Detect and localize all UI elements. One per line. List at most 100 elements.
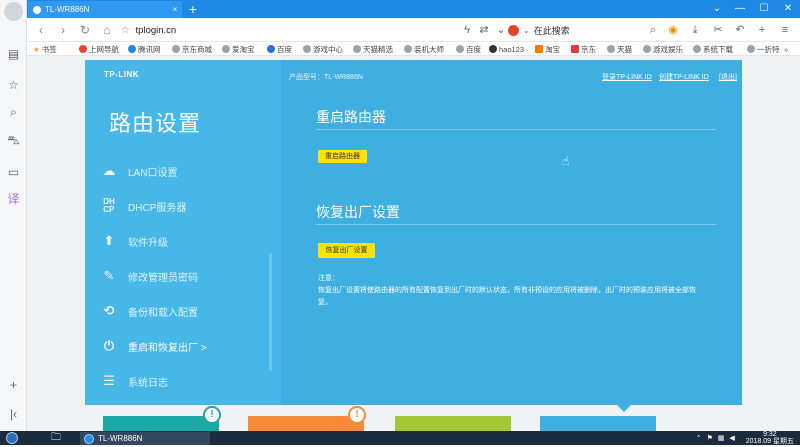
login-tplink-id-link[interactable]: 登录TP-LINK ID (602, 72, 652, 82)
bookmark-item[interactable]: hao123 (489, 43, 524, 55)
file-explorer-icon[interactable]: 🗀 (46, 432, 66, 445)
bookmark-item[interactable]: 淘宝 (535, 43, 560, 55)
bookmarks-bar: ★ 书签 上网导航 腾讯网 京东商城 爱淘宝 百度 游戏中心 天猫精选 装机大师 … (27, 42, 800, 56)
bookmark-item[interactable]: 上网导航 (79, 43, 119, 55)
start-button[interactable] (6, 432, 18, 444)
sidebar-item-upgrade[interactable]: ⬆ 软件升级 (85, 226, 270, 256)
bookmark-item[interactable]: ★ 书签 (33, 43, 57, 55)
globe-icon (404, 45, 412, 53)
lightning-icon[interactable]: ϟ (459, 22, 475, 38)
address-bar[interactable]: ☆ tplogin.cn (121, 21, 499, 39)
collapse-icon[interactable]: |‹ (4, 404, 23, 423)
sidebar-item-backup[interactable]: ⟲ 备份和载入配置 (85, 296, 270, 326)
translate-icon[interactable]: 译 (4, 189, 23, 208)
tab-label: TL-WR886N (45, 5, 90, 14)
add-icon[interactable]: + (4, 375, 23, 394)
sidebar-item-reboot-reset[interactable]: ⏻ 重启和恢复出厂 > (85, 331, 270, 361)
bookmark-item[interactable]: 系统下载 (693, 43, 733, 55)
status-card-green[interactable] (395, 416, 511, 431)
refresh-icon[interactable]: ↻ (77, 22, 93, 38)
game-icon[interactable]: ◉ (665, 22, 681, 38)
globe-icon (747, 45, 755, 53)
maximize-button[interactable]: ☐ (753, 0, 775, 18)
create-tplink-id-link[interactable]: 创建TP-LINK ID (659, 72, 709, 82)
dhcp-icon: DH CP (103, 197, 115, 214)
search-engine-icon[interactable] (508, 24, 519, 36)
clock[interactable]: 9:32 2018.09 星期五 (746, 431, 794, 445)
volume-icon[interactable]: ◀ (729, 434, 734, 442)
bookmark-item[interactable]: 游戏娱乐 (643, 43, 683, 55)
forward-arrow-icon[interactable]: › (55, 22, 71, 38)
browser-icon (84, 433, 94, 444)
tp-link-logo: TP-LINK (104, 70, 140, 79)
new-tab-button[interactable]: + (185, 0, 201, 18)
sidebar-item-password[interactable]: ✎ 修改管理员密码 (85, 261, 270, 291)
status-card-orange[interactable] (248, 416, 364, 431)
bookmark-item[interactable]: 百度 (267, 43, 292, 55)
bookmark-icon (489, 45, 497, 53)
favorites-star-icon[interactable]: ☆ (4, 75, 23, 94)
bookmark-item[interactable]: 一折特 (747, 43, 780, 55)
globe-icon (303, 45, 311, 53)
status-card-teal[interactable] (103, 416, 219, 431)
bookmark-item[interactable]: 百度 (456, 43, 481, 55)
tray-expand-icon[interactable]: ⌃ (696, 434, 702, 442)
network-icon[interactable]: ▦ (718, 434, 725, 442)
engine-dropdown-icon[interactable]: ⌄ (523, 26, 530, 35)
divider (316, 224, 716, 225)
tab-bar: TL-WR886N × + ⌄ — ☐ ✕ (27, 0, 800, 18)
sidebar-item-label: 修改管理员密码 (128, 272, 198, 284)
alert-badge: ! (348, 406, 366, 424)
avatar[interactable] (4, 2, 23, 21)
undo-icon[interactable]: ↶ (732, 22, 748, 38)
hand-cursor-icon: ☝ (562, 154, 570, 168)
minimize-button[interactable]: — (729, 0, 751, 18)
star-icon: ★ (33, 44, 40, 54)
scissors-icon[interactable]: ✂ (710, 22, 726, 38)
page-security-icon: ☆ (121, 24, 130, 36)
bookmark-item[interactable]: 天猫精选 (353, 43, 393, 55)
bookmarks-more-icon[interactable]: » (784, 43, 788, 55)
search-input[interactable]: 在此搜索 (534, 24, 570, 37)
search-icon[interactable]: ⌕ (645, 22, 661, 38)
share-icon[interactable]: ⇄ (476, 22, 492, 38)
dropdown-icon[interactable]: ⌄ (493, 22, 509, 38)
reboot-router-button[interactable]: 重启路由器 (318, 150, 367, 163)
bookmark-item[interactable]: 腾讯网 (128, 43, 161, 55)
close-window-button[interactable]: ✕ (777, 0, 799, 18)
sidebar-item-dhcp[interactable]: DH CP DHCP服务器 (85, 191, 270, 221)
tab-close-button[interactable]: × (168, 5, 182, 14)
taskbar-browser-item[interactable]: TL-WR886N (80, 432, 210, 445)
bookmark-item[interactable]: 京东商城 (172, 43, 212, 55)
search-icon[interactable]: ⌕ (4, 103, 23, 122)
flag-icon[interactable]: ⚑ (706, 434, 712, 442)
bookmark-icon (79, 45, 87, 53)
cart-icon[interactable]: ⛍ (4, 131, 23, 150)
factory-reset-button[interactable]: 恢复出厂设置 (318, 243, 375, 258)
router-admin-panel: TP-LINK 路由设置 ☁ LAN口设置 DH CP DHCP服务器 ⬆ 软件升… (85, 60, 742, 405)
sidebar-item-label: LAN口设置 (128, 167, 178, 179)
back-arrow-icon[interactable]: ‹ (33, 22, 49, 38)
search-box[interactable]: ⌄ 在此搜索 (508, 21, 661, 39)
sidebar-scrollbar[interactable] (269, 253, 272, 371)
download-icon[interactable]: ⤓ (687, 22, 703, 38)
home-icon[interactable]: ⌂ (99, 22, 115, 38)
web-page: TP-LINK 路由设置 ☁ LAN口设置 DH CP DHCP服务器 ⬆ 软件升… (27, 56, 800, 431)
bookmark-item[interactable]: 装机大师 (404, 43, 444, 55)
live-icon[interactable]: ▭ (4, 162, 23, 181)
menu-icon[interactable]: ≡ (777, 22, 793, 38)
tab-list-button[interactable]: ⌄ (707, 0, 727, 18)
reading-list-icon[interactable]: ▤ (4, 44, 23, 63)
add-icon[interactable]: + (754, 22, 770, 38)
tab-tl-wr886n[interactable]: TL-WR886N × (28, 1, 182, 18)
sidebar-item-lan[interactable]: ☁ LAN口设置 (85, 156, 270, 186)
bookmark-item[interactable]: 天猫 (607, 43, 632, 55)
bookmark-item[interactable]: 游戏中心 (303, 43, 343, 55)
logout-link[interactable]: [退出] (719, 72, 737, 82)
bookmark-item[interactable]: 京东 (571, 43, 596, 55)
status-card-blue[interactable] (540, 416, 656, 431)
bookmark-item[interactable]: 爱淘宝 (222, 43, 255, 55)
sidebar-item-system-log[interactable]: ☰ 系统日志 (85, 366, 270, 396)
list-icon: ☰ (103, 373, 115, 388)
note-label: 注意： (318, 275, 339, 282)
